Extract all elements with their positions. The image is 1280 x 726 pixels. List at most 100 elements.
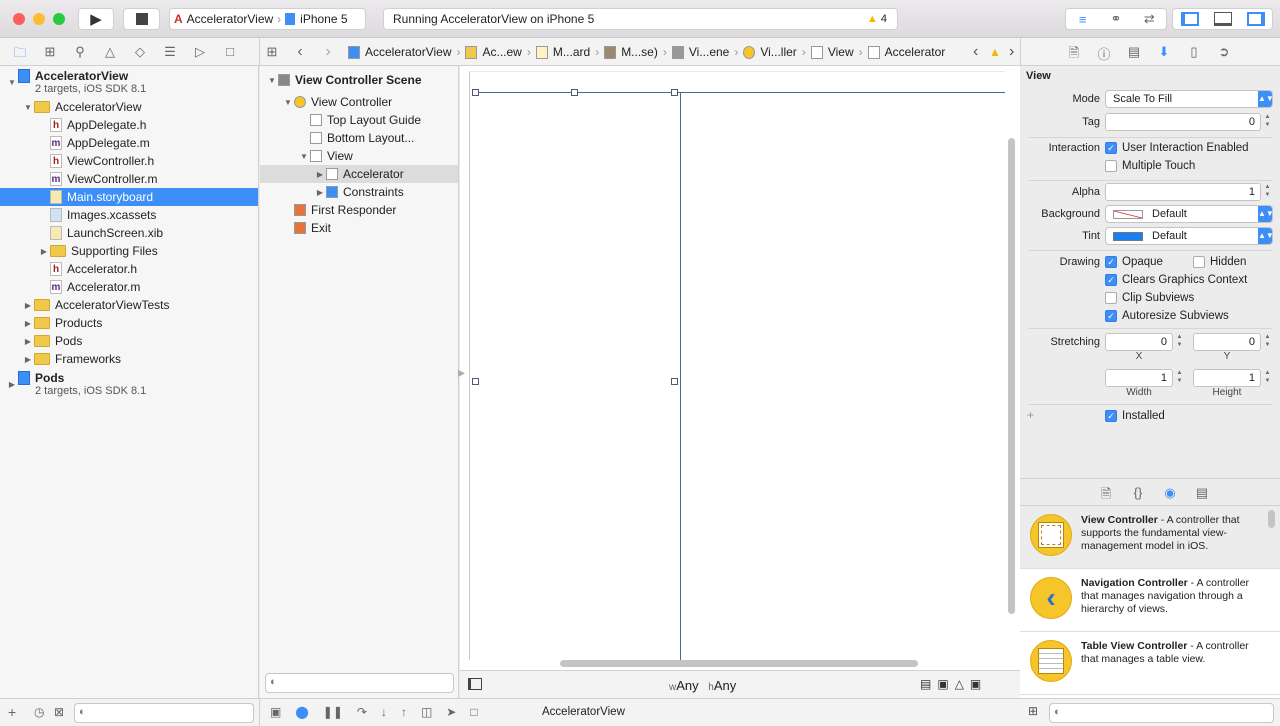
navigator-item[interactable]: ▶ Pods <box>0 332 258 350</box>
size-inspector-icon[interactable]: ▯ <box>1184 44 1204 66</box>
navigator-item[interactable]: ▼ AcceleratorView <box>0 98 258 116</box>
storyboard-canvas[interactable]: ▸ <box>458 66 1020 670</box>
forward-button[interactable]: › <box>318 43 338 61</box>
navigator-item[interactable]: m Accelerator.m <box>0 278 258 296</box>
resizing-behavior-icon[interactable]: ▣ <box>970 677 981 691</box>
add-icon[interactable]: + <box>8 704 16 720</box>
resize-handle[interactable] <box>671 89 678 96</box>
outline-item[interactable]: ▶ Accelerator <box>260 165 458 183</box>
next-issue-button[interactable]: › <box>1009 43 1014 61</box>
disclosure-closed-icon[interactable]: ▶ <box>22 337 34 346</box>
navigator-item[interactable]: m AppDelegate.m <box>0 134 258 152</box>
disclosure-open-icon[interactable]: ▼ <box>22 103 34 112</box>
outline-item[interactable]: ▶ Constraints <box>260 183 458 201</box>
library-item[interactable]: View Controller - A controller that supp… <box>1020 506 1280 569</box>
breakpoints-toggle-icon[interactable]: ⬤ <box>295 705 308 719</box>
clip-checkbox[interactable]: Clip Subviews <box>1105 292 1194 304</box>
stop-button[interactable] <box>123 8 160 30</box>
file-inspector-icon[interactable]: 🗎 <box>1064 44 1084 66</box>
library-scrollbar[interactable] <box>1268 510 1275 528</box>
zoom-window-button[interactable] <box>53 13 65 25</box>
file-template-library-icon[interactable]: 🗎 <box>1096 485 1116 507</box>
quick-help-icon[interactable]: ⓘ <box>1094 44 1114 66</box>
disclosure-open-icon[interactable]: ▼ <box>298 152 310 161</box>
version-editor-icon[interactable]: ⇄ <box>1139 11 1159 27</box>
media-library-icon[interactable]: ▤ <box>1192 485 1212 507</box>
navigator-item[interactable]: ▶ Products <box>0 314 258 332</box>
outline-item[interactable]: Top Layout Guide <box>260 111 458 129</box>
view-debugging-icon[interactable]: ◫ <box>421 705 432 719</box>
identity-inspector-icon[interactable]: ▤ <box>1124 44 1144 66</box>
code-snippet-library-icon[interactable]: {} <box>1128 485 1148 507</box>
mode-popup[interactable]: Scale To Fill ▲▼ <box>1105 90 1274 108</box>
disclosure-open-icon[interactable]: ▼ <box>266 76 278 85</box>
assistant-editor-icon[interactable]: ⚭ <box>1106 11 1126 27</box>
pin-icon[interactable]: ▣ <box>937 677 948 691</box>
navigator-item[interactable]: Main.storyboard <box>0 188 258 206</box>
object-library-icon[interactable]: ◉ <box>1160 485 1180 507</box>
pause-icon[interactable]: ❚❚ <box>323 705 343 719</box>
navigator-item[interactable]: LaunchScreen.xib <box>0 224 258 242</box>
disclosure-closed-icon[interactable]: ▶ <box>314 170 326 179</box>
add-variation-button[interactable]: + <box>1027 408 1034 422</box>
navigator-item[interactable]: Images.xcassets <box>0 206 258 224</box>
breadcrumb-item[interactable]: Ac...ew <box>465 45 522 59</box>
navigator-filter-input[interactable]: ◐ <box>74 703 254 723</box>
standard-editor-icon[interactable]: ≡ <box>1073 12 1093 27</box>
navigator-item[interactable]: ▶ Frameworks <box>0 350 258 368</box>
opaque-checkbox[interactable]: ✓ Opaque <box>1105 256 1163 268</box>
disclosure-closed-icon[interactable]: ▶ <box>22 301 34 310</box>
breadcrumb-item[interactable]: M...ard <box>535 45 590 59</box>
report-navigator-icon[interactable]: □ <box>220 44 240 66</box>
horizontal-scrollbar[interactable] <box>560 660 918 667</box>
disclosure-open-icon[interactable]: ▼ <box>282 98 294 107</box>
disclosure-closed-icon[interactable]: ▶ <box>22 319 34 328</box>
symbol-navigator-icon[interactable]: ⊞ <box>40 44 60 66</box>
navigator-item[interactable]: h Accelerator.h <box>0 260 258 278</box>
stretch-height-field[interactable]: 1 <box>1193 369 1261 387</box>
tag-field[interactable]: 0 <box>1105 113 1261 131</box>
resize-handle[interactable] <box>671 378 678 385</box>
connections-inspector-icon[interactable]: ➲ <box>1214 44 1234 66</box>
outline-toggle-button[interactable] <box>468 678 482 690</box>
hidden-checkbox[interactable]: Hidden <box>1193 256 1246 268</box>
run-button[interactable]: ▶ <box>78 8 114 30</box>
breakpoint-navigator-icon[interactable]: ▷ <box>190 44 210 66</box>
library-item[interactable]: ‹ Navigation Controller - A controller th… <box>1020 569 1280 632</box>
test-navigator-icon[interactable]: ◇ <box>130 44 150 66</box>
step-out-icon[interactable]: ↑ <box>401 705 407 719</box>
breadcrumb-item[interactable]: Vi...ller <box>743 45 797 59</box>
tag-stepper[interactable]: ▲ ▼ <box>1263 113 1272 131</box>
stretch-width-stepper[interactable]: ▲ ▼ <box>1175 369 1184 387</box>
accelerator-view[interactable] <box>680 92 681 660</box>
attributes-inspector-icon[interactable]: ⬇ <box>1154 44 1174 66</box>
resize-handle[interactable] <box>472 378 479 385</box>
navigator-item[interactable]: h ViewController.h <box>0 152 258 170</box>
library-item[interactable]: Table View Controller - A controller tha… <box>1020 632 1280 695</box>
stretch-width-field[interactable]: 1 <box>1105 369 1173 387</box>
background-popup[interactable]: Default ▲▼ <box>1105 205 1274 223</box>
outline-item[interactable]: ▼ View Controller <box>260 93 458 111</box>
warning-icon[interactable]: ▲ <box>989 45 1001 59</box>
alpha-field[interactable]: 1 <box>1105 183 1261 201</box>
breadcrumb-item[interactable]: Accelerator <box>867 45 945 59</box>
view-controller-scene[interactable] <box>469 71 1005 660</box>
scm-filter-icon[interactable]: ⊠ <box>54 705 64 719</box>
navigator-item[interactable]: ▶ AcceleratorViewTests <box>0 296 258 314</box>
scheme-selector[interactable]: A AcceleratorView › iPhone 5 <box>169 8 366 30</box>
outline-filter-input[interactable]: ◐ <box>265 673 454 693</box>
issue-navigator-icon[interactable]: △ <box>100 44 120 66</box>
breadcrumb-item[interactable]: AcceleratorView <box>348 45 451 59</box>
resize-handle[interactable] <box>472 89 479 96</box>
align-icon[interactable]: ▤ <box>920 677 931 691</box>
stretch-y-stepper[interactable]: ▲ ▼ <box>1263 333 1272 351</box>
alpha-stepper[interactable]: ▲ ▼ <box>1263 183 1272 201</box>
stretch-x-stepper[interactable]: ▲ ▼ <box>1175 333 1184 351</box>
disclosure-open-icon[interactable]: ▼ <box>6 78 18 87</box>
breadcrumb-item[interactable]: Vi...ene <box>671 45 729 59</box>
project-navigator-icon[interactable]: 🗀 <box>10 44 30 66</box>
vertical-scrollbar[interactable] <box>1008 138 1015 614</box>
navigator-item[interactable]: h AppDelegate.h <box>0 116 258 134</box>
size-class-control[interactable]: wAny hAny <box>669 678 736 693</box>
disclosure-closed-icon[interactable]: ▶ <box>38 247 50 256</box>
